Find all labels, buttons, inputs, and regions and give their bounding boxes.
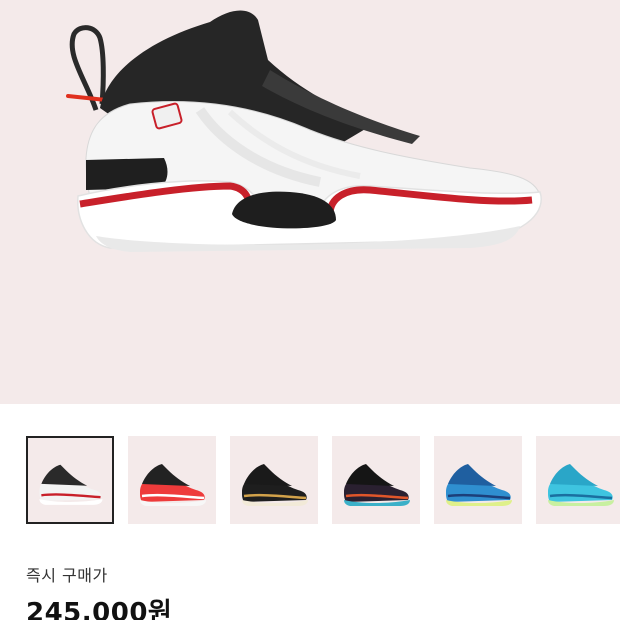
- thumbnail-blue-volt-sneaker[interactable]: [434, 436, 522, 524]
- sneaker-thumbnail-icon: [548, 464, 614, 506]
- product-page: 즉시 구매가 245,000원: [0, 0, 620, 620]
- product-main-image[interactable]: [0, 0, 620, 404]
- instant-buy-price-label: 즉시 구매가: [26, 566, 108, 585]
- thumbnail-strip: [26, 436, 620, 524]
- sneaker-thumbnail-icon: [140, 464, 206, 506]
- sneaker-thumbnail-icon: [39, 464, 103, 505]
- sneaker-illustration: [66, 10, 542, 252]
- sneaker-thumbnail-icon: [446, 464, 512, 506]
- thumbnail-black-multicolor-sneaker[interactable]: [332, 436, 420, 524]
- thumbnail-white-red-black-sneaker[interactable]: [26, 436, 114, 524]
- sneaker-thumbnail-icon: [242, 464, 308, 506]
- thumbnail-infrared-sneaker[interactable]: [128, 436, 216, 524]
- sneaker-thumbnail-icon: [344, 464, 410, 506]
- thumbnail-aqua-volt-sneaker[interactable]: [536, 436, 620, 524]
- thumbnail-black-gold-sneaker[interactable]: [230, 436, 318, 524]
- instant-buy-price: 245,000원: [26, 598, 173, 620]
